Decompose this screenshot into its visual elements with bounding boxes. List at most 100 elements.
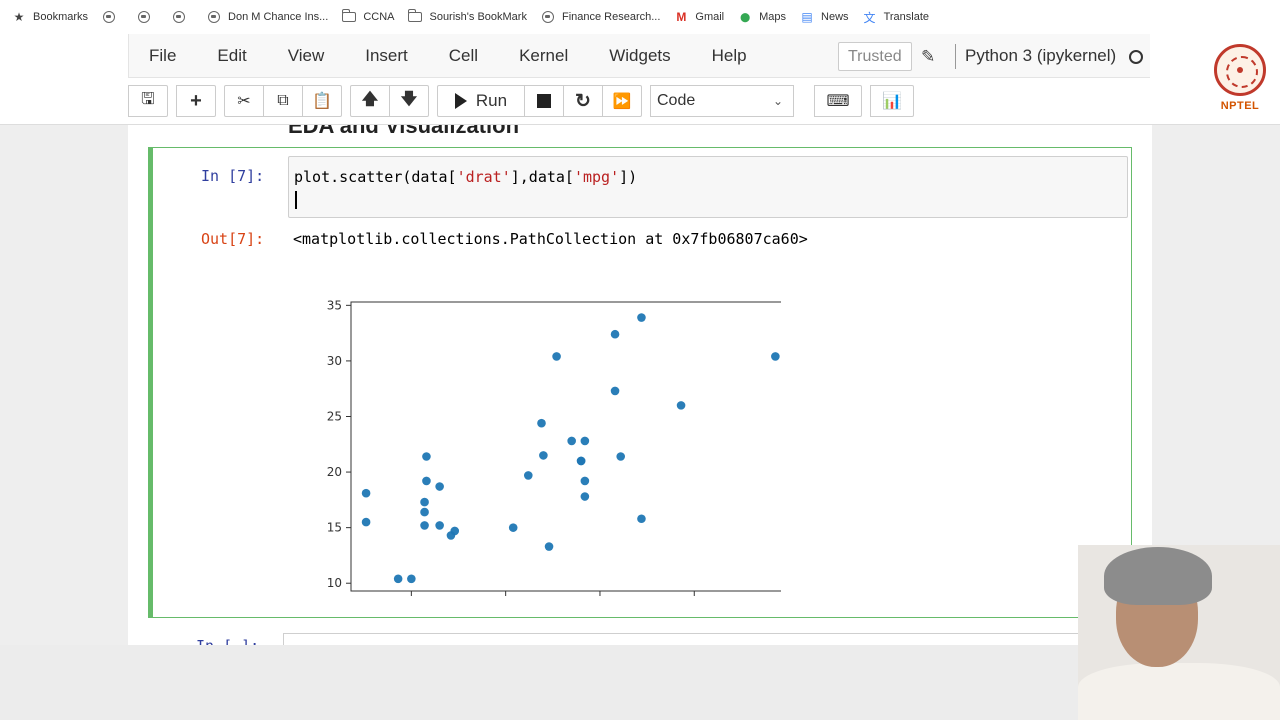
star-icon: ★ xyxy=(13,10,25,24)
interrupt-button[interactable] xyxy=(524,85,564,117)
bookmark-label: Don M Chance Ins... xyxy=(228,11,329,23)
selected-code-cell[interactable]: In [7]: plot.scatter(data['drat'],data['… xyxy=(148,147,1132,618)
chevron-down-icon: ⌄ xyxy=(772,94,783,108)
run-button[interactable]: Run xyxy=(437,85,525,117)
plot-frame xyxy=(350,301,781,592)
scatter-point xyxy=(407,574,416,584)
next-code-editor[interactable] xyxy=(283,633,1123,645)
bookmark-label: Translate xyxy=(883,11,930,23)
edit-pencil-icon[interactable]: ✎ xyxy=(921,47,935,67)
arrow-up-icon: 🡅 xyxy=(361,90,379,108)
scatter-point xyxy=(676,401,686,410)
plus-icon: + xyxy=(190,89,202,112)
code-token: plot.scatter(data[ xyxy=(294,168,457,186)
cell-type-select[interactable]: Code ⌄ xyxy=(650,85,794,117)
scatter-point xyxy=(361,488,371,498)
bookmark-item[interactable]: ▤ News xyxy=(800,10,848,24)
y-tick-label: 25 xyxy=(327,409,342,423)
scatter-point xyxy=(420,497,429,507)
cell-type-value: Code xyxy=(657,92,696,109)
scatter-point xyxy=(422,452,431,461)
scatter-point xyxy=(393,574,403,584)
x-tick-label: 5.0 xyxy=(779,599,781,600)
bookmark-item[interactable]: Sourish's BookMark xyxy=(407,9,527,24)
cut-button[interactable]: ✂ xyxy=(224,85,264,117)
toolbar: 🖫 + ✂ ⧉ 📋 🡅 🡇 Run ↻ ⏩ Code ⌄ ⌨ 📊 xyxy=(128,84,922,118)
scatter-plot: 3.0 3.5 4.0 4.5 5.0 10 15 20 25 30 35 xyxy=(327,298,781,600)
scatter-point xyxy=(771,352,780,361)
menu-insert[interactable]: Insert xyxy=(345,46,429,66)
menu-widgets[interactable]: Widgets xyxy=(589,46,691,66)
insert-cell-button[interactable]: + xyxy=(176,85,216,117)
scatter-point xyxy=(420,507,429,517)
arrow-down-icon: 🡇 xyxy=(400,90,418,108)
paste-button[interactable]: 📋 xyxy=(302,85,342,117)
keyboard-icon: ⌨ xyxy=(826,93,850,110)
y-tick-label: 20 xyxy=(327,465,342,479)
menu-edit[interactable]: Edit xyxy=(197,46,267,66)
paste-icon: 📋 xyxy=(312,93,332,110)
move-down-button[interactable]: 🡇 xyxy=(389,85,429,117)
bookmark-label: Bookmarks xyxy=(33,11,89,23)
scatter-point xyxy=(580,436,590,446)
restart-icon: ↻ xyxy=(575,90,591,112)
menu-cell[interactable]: Cell xyxy=(429,46,499,66)
kernel-name[interactable]: Python 3 (ipykernel) xyxy=(965,46,1116,66)
kernel-separator xyxy=(955,44,956,69)
command-palette-button[interactable]: ⌨ xyxy=(814,85,862,117)
bookmark-label: Sourish's BookMark xyxy=(429,11,527,23)
bookmark-item[interactable]: 文 Translate xyxy=(863,10,930,25)
scatter-point xyxy=(361,517,371,527)
scatter-point xyxy=(539,451,548,460)
bookmark-item[interactable]: ⬤ Maps xyxy=(738,10,786,24)
bookmark-label: Maps xyxy=(759,11,787,23)
scatter-point xyxy=(544,542,554,551)
y-tick-label: 35 xyxy=(327,298,342,312)
section-heading: EDA and Visualization xyxy=(288,125,520,138)
scatter-point xyxy=(420,521,429,530)
bookmark-item[interactable]: Finance Research... xyxy=(541,10,660,24)
menu-kernel[interactable]: Kernel xyxy=(499,46,589,66)
nptel-logo-text: NPTEL xyxy=(1220,100,1260,112)
bookmark-item[interactable]: ★ Bookmarks xyxy=(12,10,88,24)
restart-button[interactable]: ↻ xyxy=(563,85,603,117)
kernel-idle-indicator-icon xyxy=(1129,50,1143,64)
x-tick-label: 4.5 xyxy=(685,599,704,600)
menu-help[interactable]: Help xyxy=(692,46,768,66)
scatter-point xyxy=(610,386,620,396)
globe-icon xyxy=(172,10,186,24)
restart-run-all-button[interactable]: ⏩ xyxy=(602,85,642,117)
bookmarks-bar: ★ Bookmarks Don M Chance Ins... CCNA Sourish… xyxy=(0,0,1280,34)
page-bottom xyxy=(0,645,1078,720)
scatter-point xyxy=(523,471,533,480)
scatter-point xyxy=(537,418,546,428)
bookmark-item[interactable]: Don M Chance Ins... xyxy=(207,10,328,24)
chart-button[interactable]: 📊 xyxy=(870,85,914,117)
bookmark-item[interactable]: CCNA xyxy=(341,9,395,24)
move-up-button[interactable]: 🡅 xyxy=(350,85,390,117)
bookmark-item[interactable]: M Gmail xyxy=(674,10,724,24)
y-tick-label: 30 xyxy=(327,354,342,368)
save-button[interactable]: 🖫 xyxy=(128,85,168,117)
bookmark-item[interactable] xyxy=(137,10,158,24)
menu-view[interactable]: View xyxy=(268,46,346,66)
presenter-shirt xyxy=(1078,663,1280,720)
code-editor[interactable]: plot.scatter(data['drat'],data['mpg']) xyxy=(288,156,1128,218)
scatter-point xyxy=(508,523,518,532)
notebook-container: EDA and Visualization In [7]: plot.scatt… xyxy=(128,125,1152,645)
code-token: ],data[ xyxy=(510,168,574,186)
bookmark-label: CCNA xyxy=(363,11,395,23)
bookmark-item[interactable] xyxy=(102,10,123,24)
output-text: <matplotlib.collections.PathCollection a… xyxy=(293,230,808,248)
trusted-indicator[interactable]: Trusted xyxy=(838,42,912,71)
globe-icon xyxy=(541,10,555,24)
stop-icon xyxy=(537,94,551,108)
copy-button[interactable]: ⧉ xyxy=(263,85,303,117)
x-tick-label: 4.0 xyxy=(590,599,609,600)
bookmark-item[interactable] xyxy=(172,10,193,24)
save-icon: 🖫 xyxy=(141,90,155,108)
next-input-prompt: In [ ]: xyxy=(196,637,259,645)
scatter-point xyxy=(422,476,431,486)
folder-icon xyxy=(341,9,357,24)
menu-file[interactable]: File xyxy=(129,46,197,66)
